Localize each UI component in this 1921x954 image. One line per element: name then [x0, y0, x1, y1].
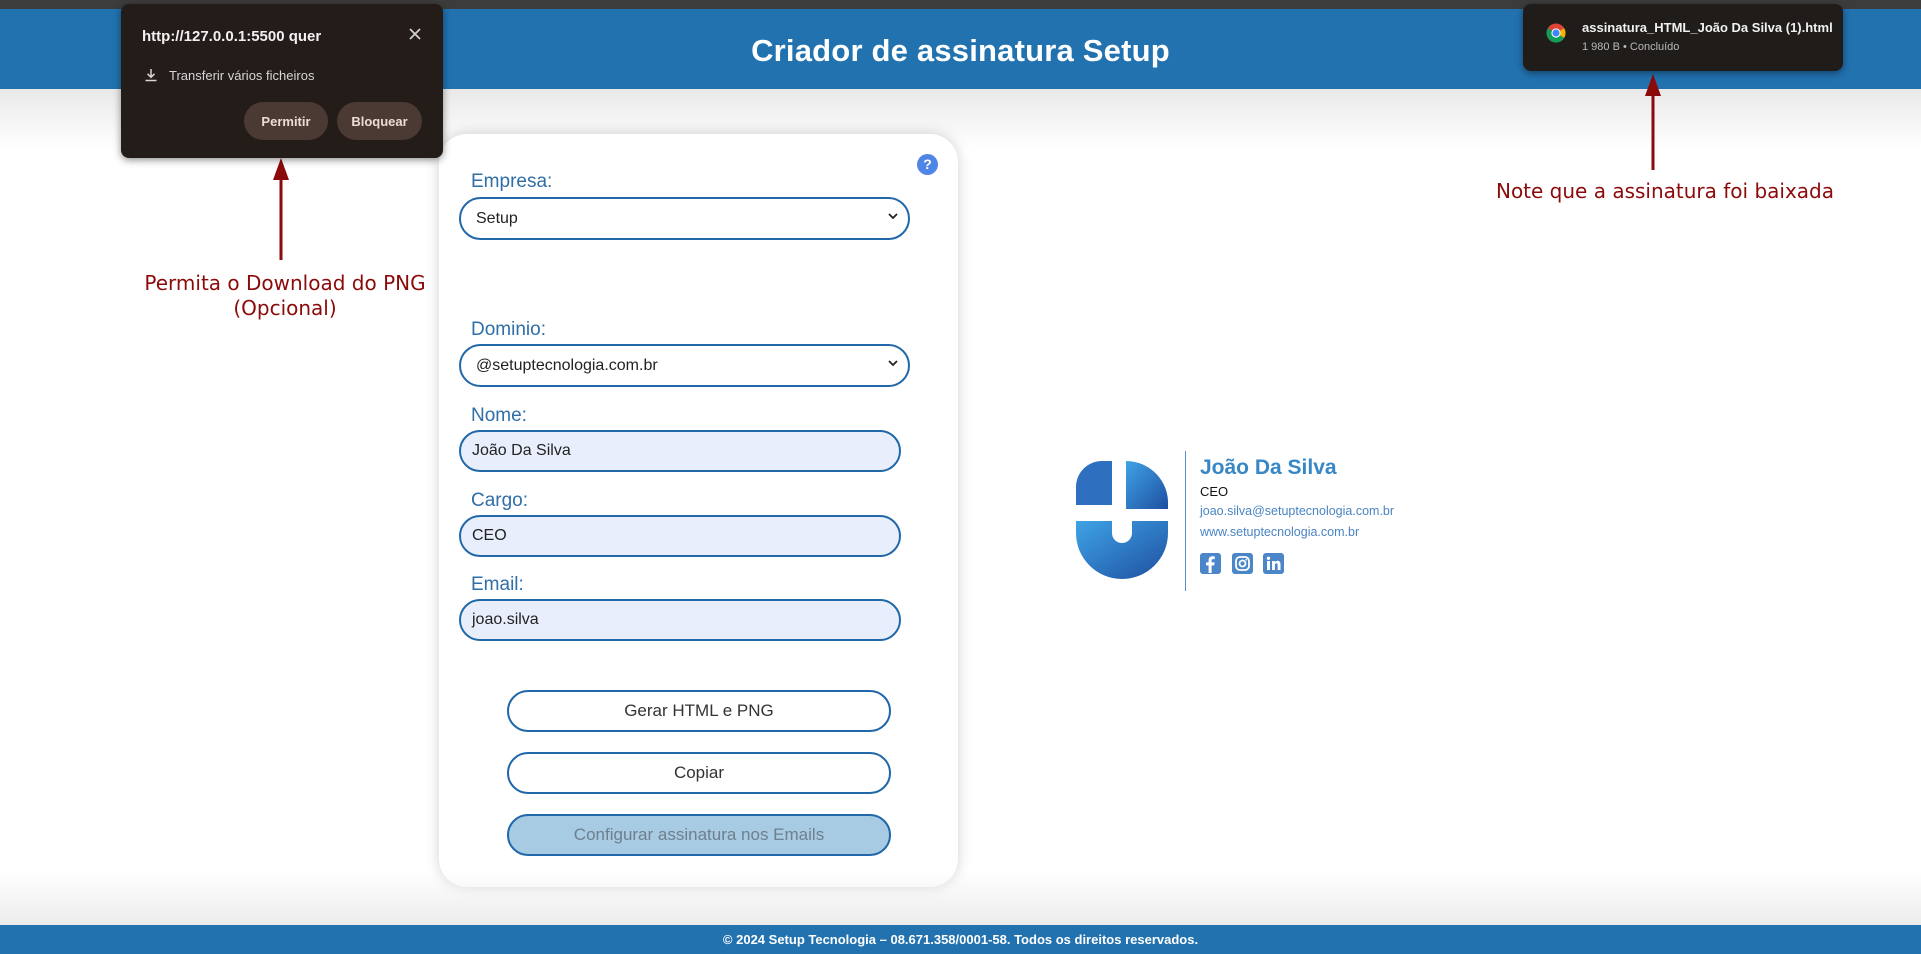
page-footer: © 2024 Setup Tecnologia – 08.671.358/000…: [0, 925, 1921, 954]
download-toast[interactable]: assinatura_HTML_João Da Silva (1).html 1…: [1523, 4, 1843, 71]
empresa-label: Empresa:: [471, 171, 553, 192]
footer-shadow: [0, 870, 1921, 925]
facebook-icon[interactable]: [1200, 553, 1221, 574]
annotation-line: Permita o Download do PNG: [144, 271, 426, 295]
download-icon: [145, 69, 157, 82]
nome-label: Nome:: [471, 405, 527, 426]
popup-message: Transferir vários ficheiros: [169, 68, 315, 83]
email-input[interactable]: joao.silva: [459, 599, 901, 641]
signature-website-link[interactable]: www.setuptecnologia.com.br: [1200, 525, 1359, 539]
instagram-icon[interactable]: [1232, 553, 1253, 574]
nome-input[interactable]: João Da Silva: [459, 430, 901, 472]
empresa-select[interactable]: Setup: [459, 197, 910, 240]
dominio-label: Dominio:: [471, 319, 546, 340]
annotation-allow-download: Permita o Download do PNG (Opcional): [142, 271, 428, 321]
annotation-line: (Opcional): [233, 296, 337, 320]
dominio-select-value: @setuptecnologia.com.br: [476, 356, 658, 374]
chevron-down-icon: [888, 213, 898, 220]
cargo-input[interactable]: CEO: [459, 515, 901, 557]
empresa-select-value: Setup: [476, 209, 518, 227]
linkedin-icon[interactable]: [1263, 553, 1284, 574]
copy-button[interactable]: Copiar: [507, 752, 891, 794]
signature-email-link[interactable]: joao.silva@setuptecnologia.com.br: [1200, 504, 1394, 518]
help-button[interactable]: ?: [917, 154, 938, 175]
setup-logo: [1076, 460, 1169, 579]
allow-button[interactable]: Permitir: [244, 102, 328, 140]
download-permission-popup: http://127.0.0.1:5500 quer Transferir vá…: [121, 4, 443, 158]
page-title: Criador de assinatura Setup: [751, 33, 1170, 68]
download-status: 1 980 B • Concluído: [1582, 41, 1680, 53]
signature-name: João Da Silva: [1200, 456, 1337, 479]
generate-html-png-button[interactable]: Gerar HTML e PNG: [507, 690, 891, 732]
dominio-select[interactable]: @setuptecnologia.com.br: [459, 344, 910, 387]
signature-divider: [1185, 451, 1186, 591]
signature-role: CEO: [1200, 484, 1229, 499]
chevron-down-icon: [888, 360, 898, 367]
close-icon[interactable]: [406, 25, 424, 43]
annotation-arrow-left: [273, 158, 289, 260]
annotation-arrow-right: [1645, 74, 1661, 170]
chrome-icon: [1546, 23, 1566, 43]
annotation-downloaded: Note que a assinatura foi baixada: [1495, 179, 1835, 203]
popup-title: http://127.0.0.1:5500 quer: [142, 28, 322, 45]
configure-email-signature-button[interactable]: Configurar assinatura nos Emails: [507, 814, 891, 856]
footer-text: © 2024 Setup Tecnologia – 08.671.358/000…: [722, 932, 1199, 947]
block-button[interactable]: Bloquear: [337, 102, 422, 140]
cargo-label: Cargo:: [471, 490, 529, 511]
email-label: Email:: [471, 574, 524, 595]
download-filename: assinatura_HTML_João Da Silva (1).html: [1582, 20, 1833, 35]
